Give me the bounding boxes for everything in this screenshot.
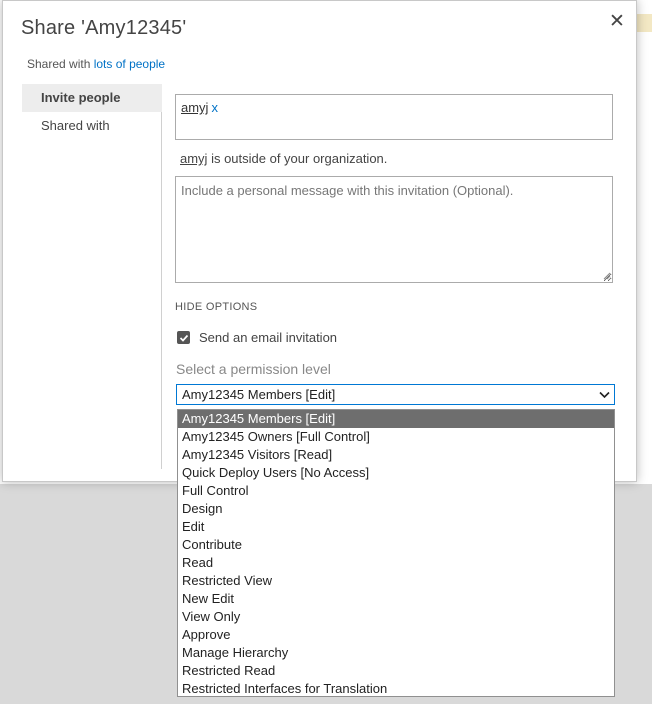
permission-option[interactable]: Restricted Interfaces for Translation (178, 680, 614, 698)
permission-option[interactable]: Contribute (178, 536, 614, 554)
resize-grip-icon[interactable] (603, 272, 611, 280)
side-nav: Invite people Shared with (22, 84, 162, 140)
permission-option[interactable]: New Edit (178, 590, 614, 608)
outside-warning-text: is outside of your organization. (207, 151, 388, 166)
remove-person-button[interactable]: x (211, 100, 218, 115)
permission-options-list: Amy12345 Members [Edit] Amy12345 Owners … (177, 409, 615, 697)
nav-item-invite-people[interactable]: Invite people (22, 84, 162, 112)
permission-option[interactable]: View Only (178, 608, 614, 626)
shared-with-prefix: Shared with (27, 57, 91, 71)
permission-option[interactable]: Design (178, 500, 614, 518)
permission-level-label: Select a permission level (176, 361, 331, 377)
permission-option[interactable]: Full Control (178, 482, 614, 500)
send-email-option[interactable]: Send an email invitation (177, 330, 337, 345)
person-chip-name: amyj (181, 100, 209, 115)
dialog-title: Share 'Amy12345' (21, 17, 187, 39)
shared-with-summary: Shared with lots of people (27, 57, 165, 71)
outside-user-name: amyj (180, 151, 208, 166)
permission-level-select[interactable]: Amy12345 Members [Edit] (176, 384, 615, 405)
close-icon[interactable]: ✕ (606, 11, 628, 33)
permission-option[interactable]: Edit (178, 518, 614, 536)
chevron-down-icon (599, 391, 610, 399)
hide-options-link[interactable]: HIDE OPTIONS (175, 301, 257, 313)
permission-option[interactable]: Quick Deploy Users [No Access] (178, 464, 614, 482)
nav-divider (161, 112, 162, 469)
outside-org-warning: amyj is outside of your organization. (180, 151, 387, 166)
permission-option[interactable]: Approve (178, 626, 614, 644)
permission-option[interactable]: Amy12345 Owners [Full Control] (178, 428, 614, 446)
shared-with-link[interactable]: lots of people (94, 57, 165, 71)
people-picker-input[interactable]: amyj x (175, 94, 613, 140)
email-invitation-label: Send an email invitation (199, 330, 338, 345)
permission-option[interactable]: Restricted View (178, 572, 614, 590)
background-accent (636, 14, 652, 32)
nav-item-shared-with[interactable]: Shared with (22, 112, 162, 140)
email-invitation-checkbox[interactable] (177, 331, 190, 344)
permission-option[interactable]: Amy12345 Visitors [Read] (178, 446, 614, 464)
permission-option[interactable]: Read (178, 554, 614, 572)
checkmark-icon (179, 334, 188, 342)
permission-selected-value: Amy12345 Members [Edit] (182, 387, 336, 402)
permission-option[interactable]: Restricted Read (178, 662, 614, 680)
permission-option[interactable]: Amy12345 Members [Edit] (178, 410, 614, 428)
permission-option[interactable]: Manage Hierarchy (178, 644, 614, 662)
personal-message-input[interactable] (175, 176, 613, 283)
